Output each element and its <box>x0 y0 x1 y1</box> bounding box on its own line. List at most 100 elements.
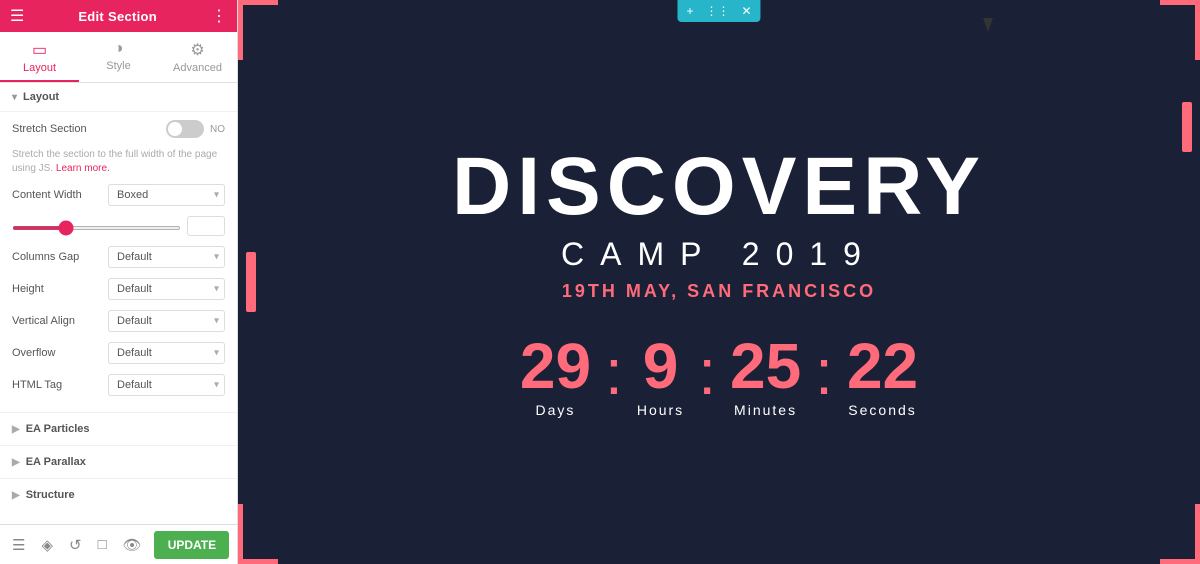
stretch-label: Stretch Section <box>12 123 102 135</box>
countdown-seconds-number: 22 <box>847 334 918 398</box>
vertical-align-row: Vertical Align Default Top Middle Bottom… <box>12 310 225 332</box>
layout-tab-icon: ▭ <box>32 40 47 60</box>
countdown-sep-1: : <box>605 340 623 404</box>
element-add-button[interactable]: + <box>683 2 696 20</box>
countdown-sep-3: : <box>815 340 833 404</box>
corner-decoration-bl <box>238 504 278 564</box>
columns-gap-label: Columns Gap <box>12 251 102 263</box>
html-tag-row: HTML Tag Default header footer section ▾ <box>12 374 225 396</box>
html-tag-select[interactable]: Default header footer section <box>108 374 225 396</box>
height-select[interactable]: Default Fit to Screen Min Height <box>108 278 225 300</box>
ea-parallax-header[interactable]: ▶ EA Parallax <box>0 446 237 478</box>
vertical-align-label: Vertical Align <box>12 315 102 327</box>
html-tag-label: HTML Tag <box>12 379 102 391</box>
countdown-minutes-number: 25 <box>730 334 801 398</box>
ea-particles-header[interactable]: ▶ EA Particles <box>0 413 237 445</box>
stretch-toggle-wrap: NO <box>166 120 225 138</box>
learn-more-link[interactable]: Learn more. <box>56 163 110 174</box>
grid-icon[interactable]: ⋮ <box>211 6 227 26</box>
toolbar-responsive-icon[interactable]: □ <box>94 532 111 557</box>
tab-advanced[interactable]: ⚙ Advanced <box>158 32 237 82</box>
corner-decoration-tl <box>238 0 278 60</box>
layout-form: Stretch Section NO Stretch the section t… <box>0 112 237 412</box>
panel-header: ☰ Edit Section ⋮ <box>0 0 237 32</box>
countdown-minutes: 25 Minutes <box>730 334 801 418</box>
update-button-label: UPDATE <box>154 531 229 559</box>
ea-particles-section: ▶ EA Particles <box>0 412 237 445</box>
discovery-title: DISCOVERY <box>452 146 986 228</box>
columns-gap-select-wrap: Default No Gap Narrow Wide ▾ <box>108 246 225 268</box>
vertical-align-select-wrap: Default Top Middle Bottom ▾ <box>108 310 225 332</box>
countdown-hours-label: Hours <box>637 402 684 418</box>
structure-header[interactable]: ▶ Structure <box>0 479 237 511</box>
overflow-select-wrap: Default Hidden ▾ <box>108 342 225 364</box>
width-slider[interactable] <box>12 226 181 230</box>
advanced-tab-icon: ⚙ <box>190 40 204 60</box>
structure-arrow-icon: ▶ <box>12 490 20 501</box>
countdown: 29 Days : 9 Hours : 25 Minutes : 22 Seco… <box>520 334 918 418</box>
canvas-area: DISCOVERY CAMP 2019 19TH MAY, SAN FRANCI… <box>238 0 1200 564</box>
toggle-knob <box>168 122 182 136</box>
event-date: 19TH MAY, SAN FRANCISCO <box>562 281 876 302</box>
helper-text: Stretch the section to the full width of… <box>12 148 225 176</box>
content-width-label: Content Width <box>12 189 102 201</box>
panel-tabs: ▭ Layout ◑ Style ⚙ Advanced <box>0 32 237 83</box>
stretch-section-row: Stretch Section NO <box>12 120 225 138</box>
tab-layout-label: Layout <box>23 62 56 74</box>
html-tag-select-wrap: Default header footer section ▾ <box>108 374 225 396</box>
countdown-days-label: Days <box>536 402 576 418</box>
accent-right-bar <box>1182 102 1192 152</box>
width-slider-wrap <box>12 217 181 235</box>
height-label: Height <box>12 283 102 295</box>
overflow-select[interactable]: Default Hidden <box>108 342 225 364</box>
layout-heading[interactable]: ▾ Layout <box>0 83 237 112</box>
countdown-sep-2: : <box>698 340 716 404</box>
toolbar-hamburger-icon[interactable]: ☰ <box>8 532 29 558</box>
toolbar-layers-icon[interactable]: ◈ <box>37 532 57 558</box>
tab-style[interactable]: ◑ Style <box>79 32 158 82</box>
width-slider-row <box>12 216 225 236</box>
countdown-seconds: 22 Seconds <box>847 334 918 418</box>
countdown-seconds-label: Seconds <box>848 402 916 418</box>
countdown-hours-number: 9 <box>643 334 679 398</box>
menu-icon[interactable]: ☰ <box>10 6 24 26</box>
content-width-select-wrap: Boxed Full Width ▾ <box>108 184 225 206</box>
ea-parallax-arrow-icon: ▶ <box>12 457 20 468</box>
element-close-button[interactable]: ✕ <box>738 2 754 20</box>
content-width-row: Content Width Boxed Full Width ▾ <box>12 184 225 206</box>
vertical-align-select[interactable]: Default Top Middle Bottom <box>108 310 225 332</box>
corner-decoration-br <box>1160 504 1200 564</box>
height-row: Height Default Fit to Screen Min Height … <box>12 278 225 300</box>
content-width-select[interactable]: Boxed Full Width <box>108 184 225 206</box>
overflow-row: Overflow Default Hidden ▾ <box>12 342 225 364</box>
ea-particles-label: EA Particles <box>26 423 90 435</box>
update-button[interactable]: UPDATE ▾ <box>154 531 229 559</box>
panel-toolbar: ☰ ◈ ↺ □ 👁 UPDATE ▾ <box>0 524 237 564</box>
resize-handle[interactable] <box>233 0 237 564</box>
ea-particles-arrow-icon: ▶ <box>12 424 20 435</box>
toolbar-eye-icon[interactable]: 👁 <box>119 532 146 558</box>
width-value-input[interactable] <box>187 216 225 236</box>
stretch-toggle[interactable] <box>166 120 204 138</box>
ea-parallax-label: EA Parallax <box>26 456 86 468</box>
countdown-days-number: 29 <box>520 334 591 398</box>
ea-parallax-section: ▶ EA Parallax <box>0 445 237 478</box>
canvas-content: DISCOVERY CAMP 2019 19TH MAY, SAN FRANCI… <box>238 0 1200 564</box>
element-toolbar: + ⋮⋮ ✕ <box>677 0 760 22</box>
toggle-state-label: NO <box>210 124 225 135</box>
tab-layout[interactable]: ▭ Layout <box>0 32 79 82</box>
structure-label: Structure <box>26 489 75 501</box>
panel-content: ▾ Layout Stretch Section NO Stretch the … <box>0 83 237 524</box>
columns-gap-select[interactable]: Default No Gap Narrow Wide <box>108 246 225 268</box>
element-move-button[interactable]: ⋮⋮ <box>702 2 732 20</box>
panel-title: Edit Section <box>78 9 157 24</box>
corner-decoration-tr <box>1160 0 1200 60</box>
tab-style-label: Style <box>106 60 130 72</box>
structure-section: ▶ Structure <box>0 478 237 511</box>
toolbar-history-icon[interactable]: ↺ <box>65 532 86 558</box>
tab-advanced-label: Advanced <box>173 62 222 74</box>
camp-subtitle: CAMP 2019 <box>561 236 877 273</box>
left-panel: ☰ Edit Section ⋮ ▭ Layout ◑ Style ⚙ Adva… <box>0 0 238 564</box>
layout-heading-label: Layout <box>23 91 59 103</box>
columns-gap-row: Columns Gap Default No Gap Narrow Wide ▾ <box>12 246 225 268</box>
